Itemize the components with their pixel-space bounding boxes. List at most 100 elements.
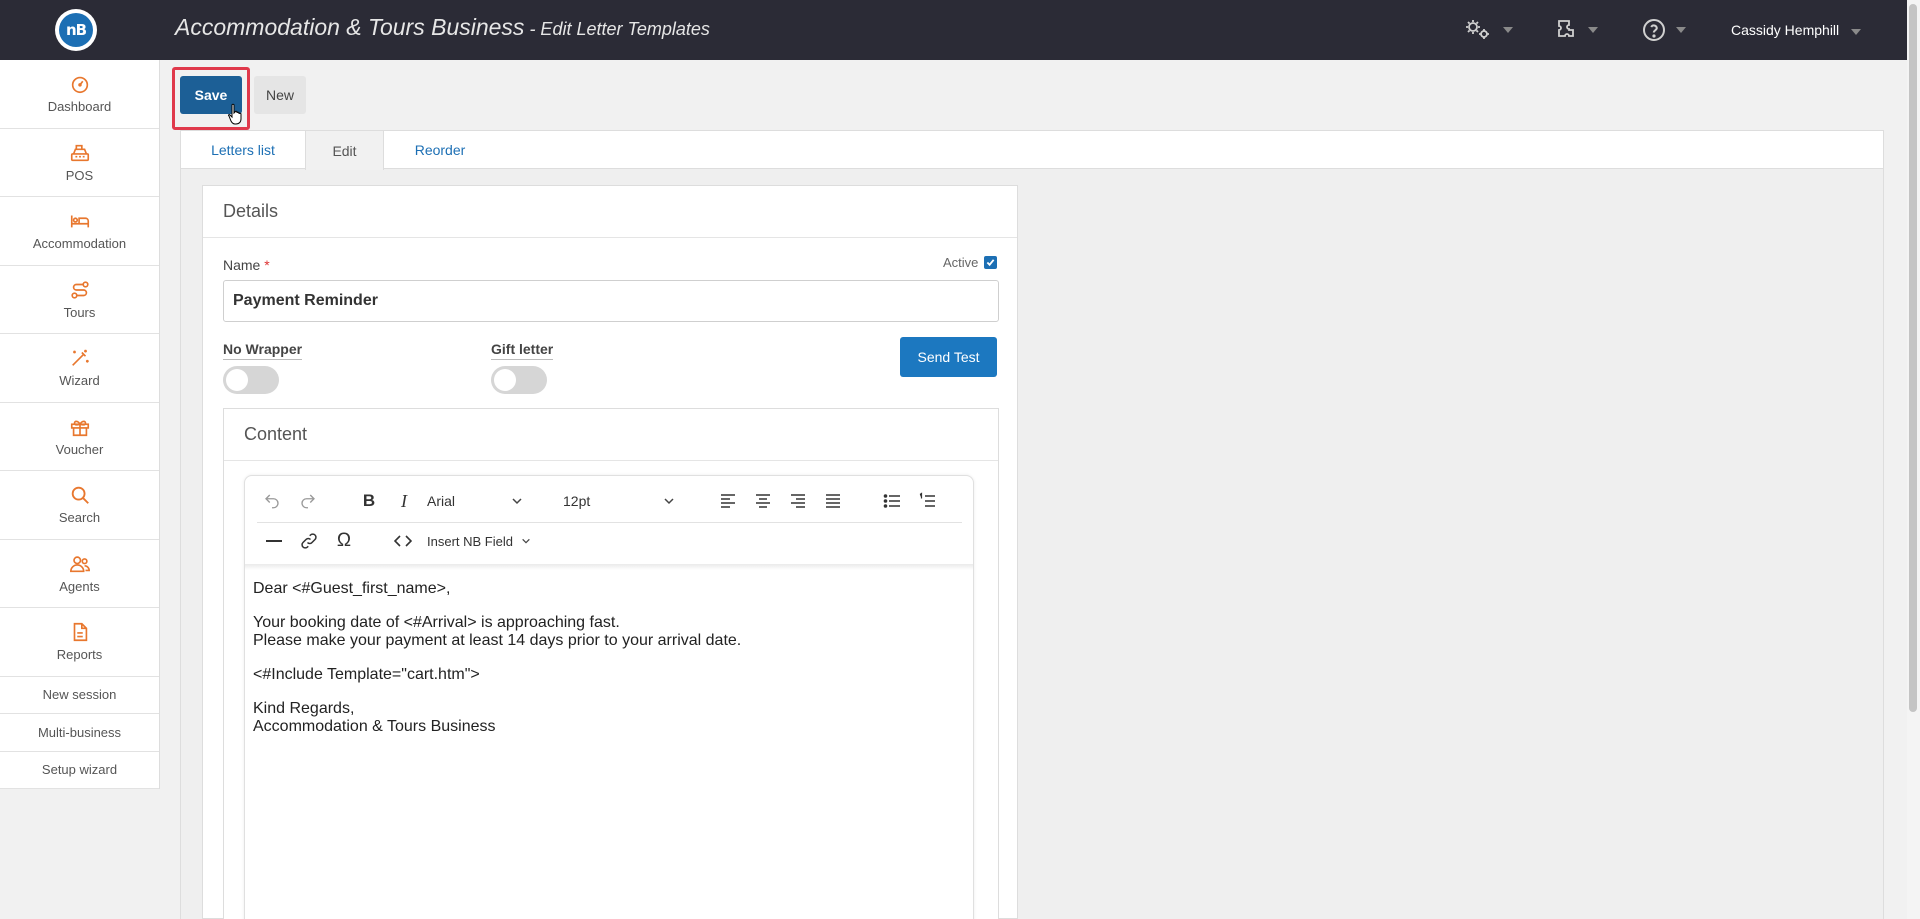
source-code-button[interactable]: [390, 528, 416, 554]
tab-reorder[interactable]: Reorder: [384, 131, 496, 169]
name-input[interactable]: Payment Reminder: [223, 280, 999, 322]
sidebar-item-label: Search: [58, 510, 101, 526]
magic-wand-icon: [71, 350, 89, 367]
settings-menu[interactable]: [1463, 18, 1513, 42]
support-menu[interactable]: [1554, 18, 1598, 42]
tab-letters-list[interactable]: Letters list: [181, 131, 305, 169]
letter-include-template: <#Include Template="cart.htm">: [253, 666, 480, 683]
content-panel: Content B I Arial 12pt Ω Insert NB Field…: [223, 408, 999, 919]
sidebar-item-accommodation[interactable]: Accommodation: [0, 197, 159, 266]
send-test-button[interactable]: Send Test: [900, 337, 997, 377]
bold-button[interactable]: B: [356, 488, 382, 514]
font-size-select[interactable]: 12pt: [557, 487, 681, 515]
help-menu[interactable]: [1642, 18, 1686, 42]
toolbar-shadow: [245, 564, 973, 570]
users-icon: [69, 556, 90, 572]
toggle-knob: [494, 369, 516, 391]
gift-icon: [70, 420, 89, 436]
sidebar-item-label: POS: [65, 167, 94, 183]
chevron-down-icon: [1588, 27, 1598, 33]
undo-button[interactable]: [259, 488, 285, 514]
chevron-down-icon: [664, 498, 674, 505]
new-button[interactable]: New: [254, 76, 306, 114]
italic-button[interactable]: I: [391, 488, 417, 514]
sidebar-link-setup-wizard[interactable]: Setup wizard: [0, 752, 159, 789]
align-center-button[interactable]: [750, 488, 776, 514]
align-justify-icon: [826, 494, 840, 508]
horizontal-line-button[interactable]: [261, 528, 287, 554]
tab-bar: Letters list Edit Reorder: [180, 130, 1884, 170]
business-name: Accommodation & Tours Business: [175, 14, 525, 40]
align-center-icon: [756, 494, 770, 508]
font-family-select[interactable]: Arial: [421, 487, 529, 515]
omega-icon: Ω: [336, 530, 352, 551]
cash-register-icon: [70, 144, 89, 161]
letter-greeting: Dear <#Guest_first_name>,: [253, 580, 451, 597]
sidebar-item-pos[interactable]: POS: [0, 129, 159, 197]
user-menu[interactable]: Cassidy Hemphill: [1731, 22, 1839, 38]
sidebar-item-label: Dashboard: [47, 99, 112, 115]
sidebar-item-label: Tours: [63, 304, 96, 320]
details-heading: Details: [203, 186, 1017, 238]
chevron-down-icon: [512, 498, 522, 505]
numbered-list-button[interactable]: [914, 488, 940, 514]
special-character-button[interactable]: Ω: [331, 528, 357, 554]
gift-letter-toggle[interactable]: [491, 366, 547, 394]
gears-icon: [1466, 20, 1489, 39]
link-button[interactable]: [296, 528, 322, 554]
sidebar-item-voucher[interactable]: Voucher: [0, 403, 159, 471]
sidebar-item-tours[interactable]: Tours: [0, 266, 159, 334]
gift-letter-label: Gift letter: [491, 341, 554, 360]
align-left-icon: [721, 494, 735, 508]
insert-nb-field-dropdown[interactable]: Insert NB Field: [421, 527, 545, 555]
chevron-down-icon: [1676, 27, 1686, 33]
active-field: Active: [943, 255, 998, 270]
redo-button[interactable]: [295, 488, 321, 514]
align-left-button[interactable]: [715, 488, 741, 514]
logo-text: nB: [59, 13, 93, 47]
chevron-down-icon: [1851, 29, 1861, 35]
help-icon: [1643, 19, 1665, 41]
page-scrollbar-thumb[interactable]: [1909, 4, 1917, 712]
sidebar-link-multi-business[interactable]: Multi-business: [0, 714, 159, 752]
insert-nb-field-label: Insert NB Field: [427, 533, 513, 549]
italic-icon: I: [401, 490, 407, 511]
no-wrapper-toggle[interactable]: [223, 366, 279, 394]
align-right-button[interactable]: [785, 488, 811, 514]
details-panel: Details Name * Active Payment Reminder N…: [202, 185, 1018, 919]
font-size-value: 12pt: [563, 493, 591, 509]
justify-button[interactable]: [820, 488, 846, 514]
route-icon: [70, 281, 89, 299]
toggle-knob: [226, 369, 248, 391]
chevron-down-icon: [1503, 27, 1513, 33]
no-wrapper-label: No Wrapper: [223, 341, 303, 360]
horizontal-line-icon: [266, 540, 282, 542]
sidebar-item-label: Voucher: [55, 441, 104, 457]
bullet-list-icon: [883, 494, 900, 508]
sidebar: Dashboard POS Accommodation Tours Wizard…: [0, 60, 160, 789]
sidebar-item-wizard[interactable]: Wizard: [0, 334, 159, 403]
page-title: Accommodation & Tours Business - Edit Le…: [175, 14, 710, 41]
editor-body[interactable]: Dear <#Guest_first_name>, Your booking d…: [253, 580, 741, 752]
sidebar-item-reports[interactable]: Reports: [0, 608, 159, 677]
app-logo[interactable]: nB: [55, 9, 97, 51]
letter-signoff: Kind Regards, Accommodation & Tours Busi…: [253, 700, 496, 735]
bed-icon: [70, 215, 89, 228]
required-mark: *: [264, 257, 270, 273]
sidebar-item-search[interactable]: Search: [0, 471, 159, 540]
checkmark-icon: [987, 259, 995, 267]
active-checkbox[interactable]: [984, 256, 998, 269]
tab-edit[interactable]: Edit: [305, 131, 384, 170]
sidebar-link-new-session[interactable]: New session: [0, 677, 159, 714]
link-icon: [301, 533, 317, 549]
sidebar-item-label: Wizard: [59, 373, 100, 389]
hand-cursor-icon: [228, 103, 242, 125]
top-bar: nB Accommodation & Tours Business - Edit…: [0, 0, 1920, 60]
sidebar-item-dashboard[interactable]: Dashboard: [0, 60, 159, 129]
align-right-icon: [791, 494, 805, 508]
bullet-list-button[interactable]: [879, 488, 905, 514]
sidebar-item-label: Reports: [56, 647, 103, 663]
sidebar-item-agents[interactable]: Agents: [0, 540, 159, 608]
code-icon: [394, 535, 412, 547]
file-icon: [73, 623, 87, 642]
